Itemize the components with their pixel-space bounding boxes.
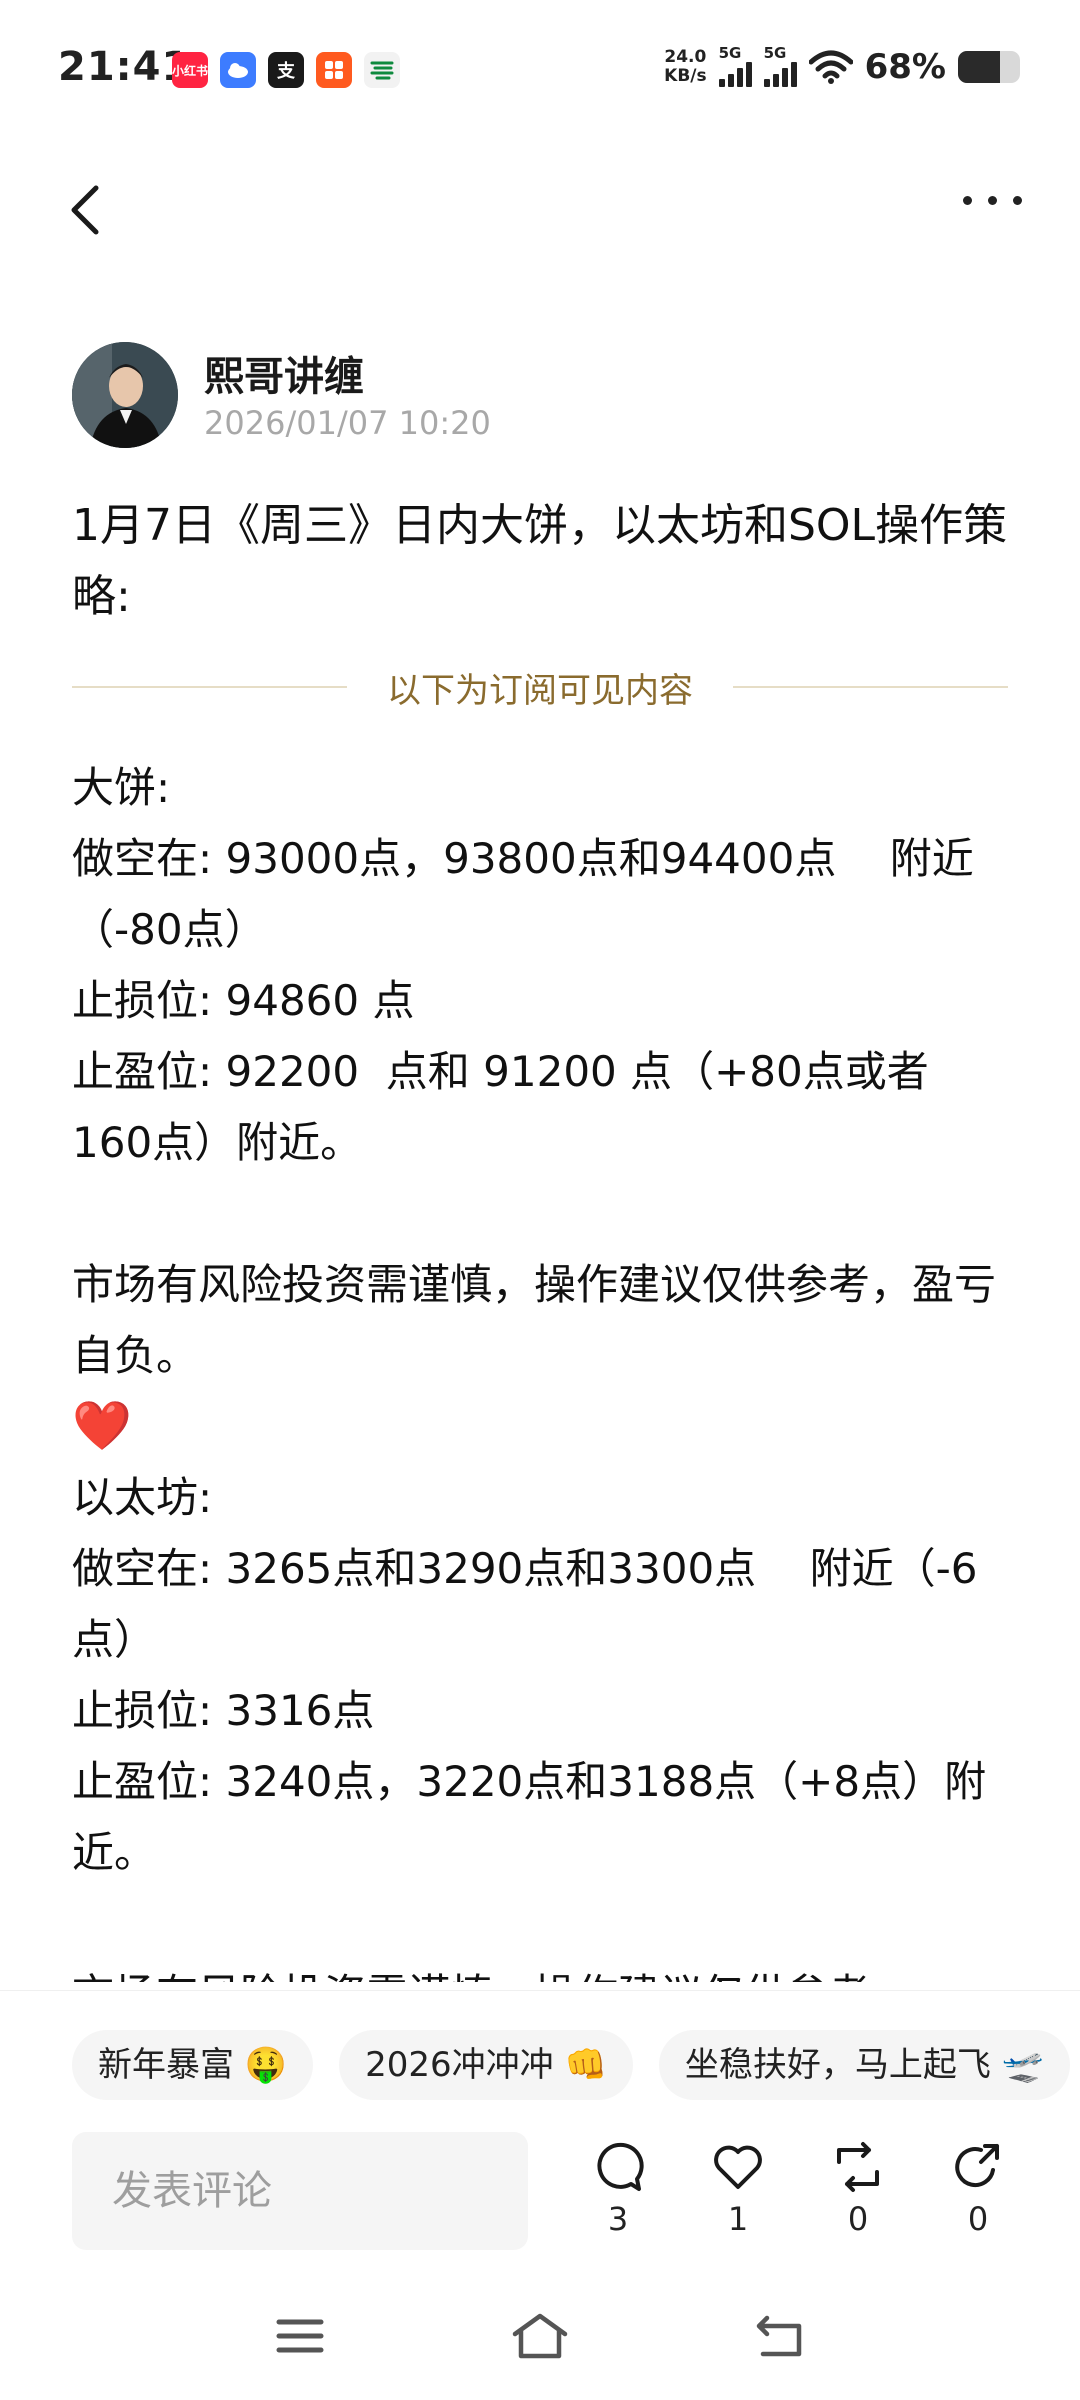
- topic-tags: 新年暴富 🤑 2026冲冲冲 👊 坐稳扶好，马上起飞 🛫: [72, 2030, 1070, 2100]
- like-count: 1: [727, 2200, 749, 2238]
- share-button[interactable]: 0: [938, 2140, 1018, 2238]
- comment-input[interactable]: 发表评论: [72, 2132, 528, 2250]
- subscription-notice: 以下为订阅可见内容: [387, 670, 693, 711]
- content-line: 止盈位: 3240点，3220点和3188点（+8点）附近。: [72, 1757, 987, 1877]
- author-name[interactable]: 熙哥讲缠: [204, 344, 364, 402]
- network-speed-value: 24.0: [664, 46, 707, 67]
- repost-button[interactable]: 0: [818, 2140, 898, 2238]
- content-line: 做空在: 3265点和3290点和3300点 附近（-6点）: [72, 1544, 978, 1664]
- content-line: [72, 1178, 1008, 1249]
- comment-button[interactable]: 3: [578, 2140, 658, 2238]
- more-dots-icon: [963, 196, 972, 205]
- battery-percent: 68%: [864, 46, 946, 87]
- content-line: 大饼:: [72, 763, 171, 812]
- nav-back-button[interactable]: [745, 2306, 815, 2366]
- repost-count: 0: [847, 2200, 869, 2238]
- menu-icon: [276, 2319, 324, 2353]
- wifi-icon: [808, 50, 853, 84]
- nav-back-icon: [756, 2315, 802, 2357]
- topic-tag[interactable]: 坐稳扶好，马上起飞 🛫: [658, 2030, 1070, 2100]
- comment-count: 3: [607, 2200, 629, 2238]
- taobao-icon: [316, 52, 352, 88]
- post-title: 1月7日《周三》日内大饼，以太坊和SOL操作策略:: [72, 500, 1008, 622]
- china-post-icon: [364, 52, 400, 88]
- battery-fill: [958, 50, 1001, 83]
- avatar[interactable]: [72, 342, 178, 448]
- content-line: 止盈位: 92200 点和 91200 点（+80点或者160点）附近。: [72, 1047, 929, 1167]
- content-line: [72, 1888, 1008, 1959]
- network-speed: 24.0 KB/s: [664, 46, 707, 86]
- post-time: 2026/01/07 10:20: [204, 404, 491, 442]
- comment-icon: [597, 2142, 644, 2191]
- repost-icon: [837, 2142, 879, 2192]
- sim1-signal-icon: 5G: [718, 46, 752, 87]
- home-icon: [512, 2313, 568, 2359]
- sim2-signal-icon: 5G: [763, 46, 797, 87]
- heart-outline-icon: [714, 2145, 762, 2189]
- nav-home-button[interactable]: [505, 2306, 575, 2366]
- heart-icon: ❤️: [72, 1398, 132, 1454]
- status-bar: 21:41 小红书 支 24.0 KB/s 5G 5G 68%: [0, 0, 1080, 140]
- network-speed-unit: KB/s: [664, 65, 707, 86]
- content-line: 以太坊:: [72, 1473, 213, 1522]
- topic-tag[interactable]: 新年暴富 🤑: [72, 2030, 314, 2100]
- alipay-icon: 支: [268, 52, 304, 88]
- subscription-divider: 以下为订阅可见内容: [72, 662, 1008, 712]
- nav-menu-button[interactable]: [265, 2306, 335, 2366]
- like-button[interactable]: 1: [698, 2140, 778, 2238]
- cloud-app-icon: [220, 52, 256, 88]
- topic-tag[interactable]: 2026冲冲冲 👊: [339, 2030, 633, 2100]
- share-count: 0: [967, 2200, 989, 2238]
- status-time: 21:41: [58, 44, 191, 90]
- content-line: 市场有风险投资需谨慎，操作建议仅供参考，: [72, 1959, 1008, 1982]
- post-content: 大饼: 做空在: 93000点，93800点和94400点 附近（-80点） 止…: [72, 752, 1008, 1982]
- notification-icons: 小红书 支: [172, 52, 400, 88]
- content-line: 止损位: 94860 点: [72, 976, 415, 1025]
- back-button[interactable]: [66, 180, 116, 240]
- share-icon: [955, 2144, 999, 2188]
- xiaohongshu-icon: 小红书: [172, 52, 208, 88]
- content-line: 止损位: 3316点: [72, 1686, 375, 1735]
- content-line: 做空在: 93000点，93800点和94400点 附近（-80点）: [72, 834, 974, 954]
- back-arrow-icon: [71, 185, 99, 235]
- avatar-image: [72, 342, 178, 448]
- battery-icon: [958, 50, 1020, 83]
- content-line: 市场有风险投资需谨慎，操作建议仅供参考，盈亏自负。: [72, 1260, 997, 1380]
- more-button[interactable]: [963, 196, 1022, 205]
